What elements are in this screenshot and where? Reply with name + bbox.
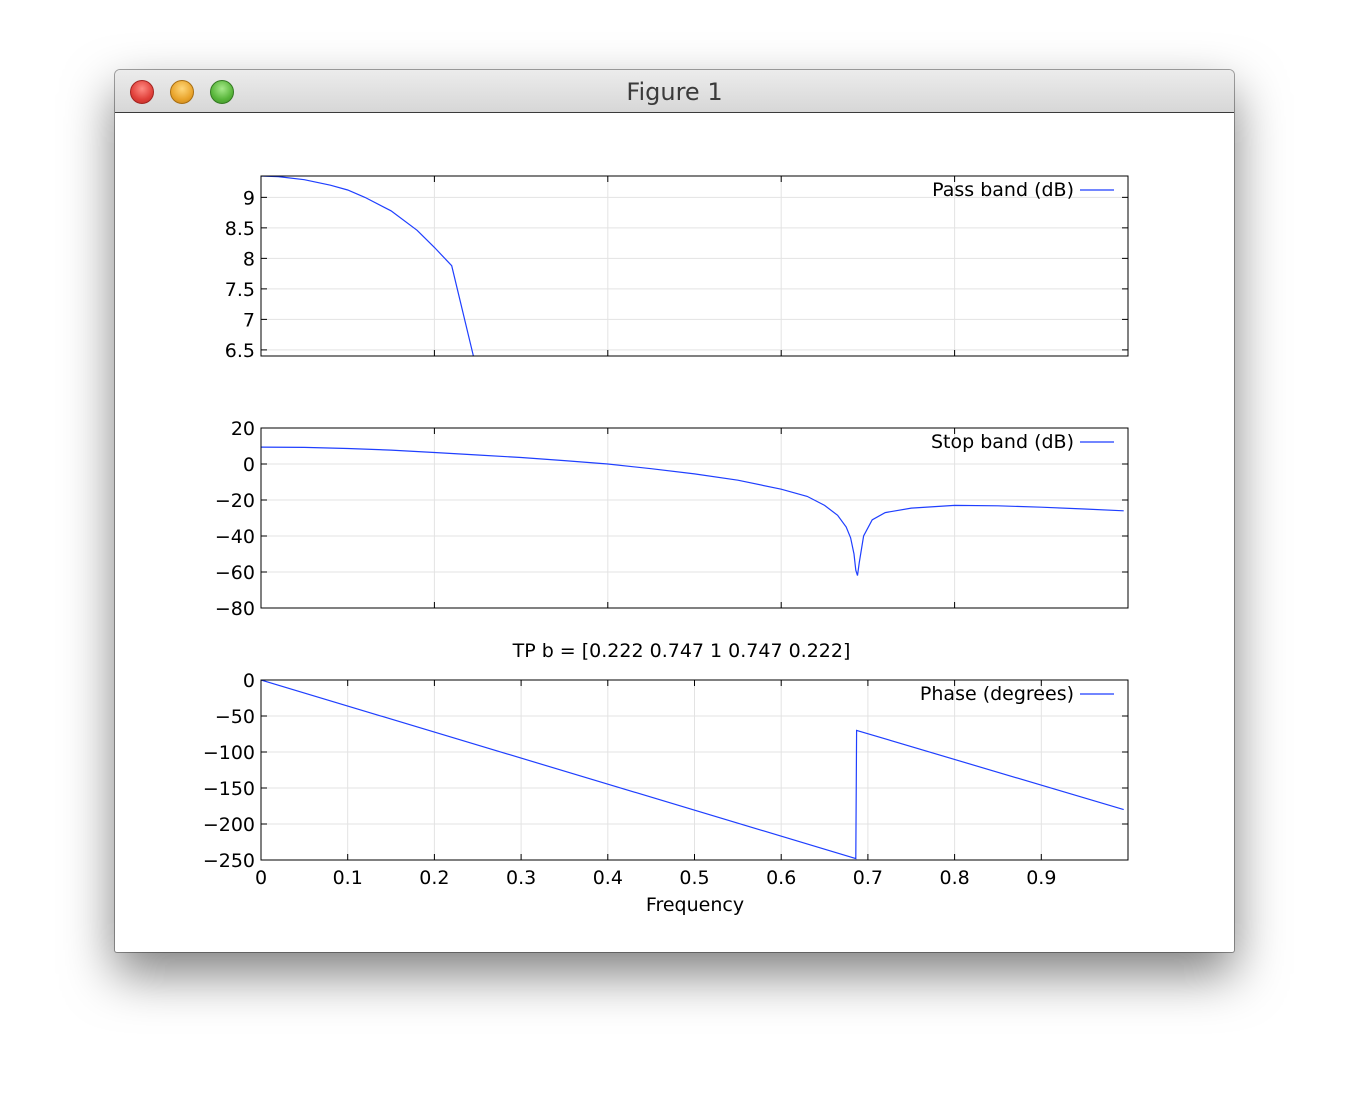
y-tick-label: 0	[243, 454, 255, 476]
y-tick-label: −20	[215, 490, 255, 512]
x-tick-label: 0.1	[333, 867, 363, 889]
y-tick-label: −60	[215, 562, 255, 584]
x-tick-label: 0.8	[939, 867, 969, 889]
y-tick-label: 20	[231, 418, 255, 440]
x-tick-label: 0	[255, 867, 267, 889]
plot-area: 9 8.5 8 7.5 7 6.5 Pass band (dB) 20 0 −20 −40 −60 −8…	[115, 113, 1234, 952]
x-tick-label: 0.6	[766, 867, 796, 889]
x-axis-label: Frequency	[646, 894, 744, 916]
subplot-2: 20 0 −20 −40 −60 −80 Stop band (dB)	[215, 418, 1129, 620]
title-bar[interactable]: Figure 1	[115, 70, 1234, 113]
x-tick-label: 0.3	[506, 867, 536, 889]
legend-label: Phase (degrees)	[920, 683, 1074, 705]
y-tick-label: 7	[243, 309, 255, 331]
window-title: Figure 1	[626, 78, 723, 106]
y-tick-label: −150	[203, 778, 255, 800]
legend-label: Stop band (dB)	[931, 431, 1074, 453]
x-tick-label: 0.7	[853, 867, 883, 889]
subplot-1: 9 8.5 8 7.5 7 6.5 Pass band (dB)	[225, 175, 1129, 362]
axes-box	[260, 427, 1129, 609]
figure-window: Figure 1 9 8.5 8 7.5 7 6.5 Pass band (dB) 20 0 −2…	[115, 70, 1234, 952]
y-tick-label: 0	[243, 670, 255, 692]
y-tick-label: −250	[203, 850, 255, 872]
y-tick-label: −200	[203, 814, 255, 836]
y-tick-label: 9	[243, 187, 255, 209]
y-tick-label: −40	[215, 526, 255, 548]
x-tick-label: 0.9	[1026, 867, 1056, 889]
figure-canvas: 9 8.5 8 7.5 7 6.5 Pass band (dB) 20 0 −20 −40 −60 −8…	[203, 175, 1129, 916]
legend-label: Pass band (dB)	[932, 179, 1074, 201]
series-line	[261, 680, 1124, 860]
x-tick-label: 0.5	[679, 867, 709, 889]
subplot-3: 0−50−100−150−200−2500 0.1 0.2 0.3 0.4 0.5 0.6 0…	[203, 640, 1129, 916]
x-tick-label: 0.2	[419, 867, 449, 889]
y-tick-label: 8	[243, 248, 255, 270]
y-tick-label: 7.5	[225, 279, 255, 301]
series-line	[261, 446, 1124, 576]
axes-box	[260, 175, 1129, 357]
y-tick-label: −80	[215, 598, 255, 620]
y-tick-label: −100	[203, 742, 255, 764]
plot-title: TP b = [0.222 0.747 1 0.747 0.222]	[512, 640, 851, 662]
y-tick-label: 8.5	[225, 218, 255, 240]
y-tick-label: −50	[215, 706, 255, 728]
x-tick-label: 0.4	[593, 867, 623, 889]
series-line	[261, 176, 474, 356]
y-tick-label: 6.5	[225, 340, 255, 362]
